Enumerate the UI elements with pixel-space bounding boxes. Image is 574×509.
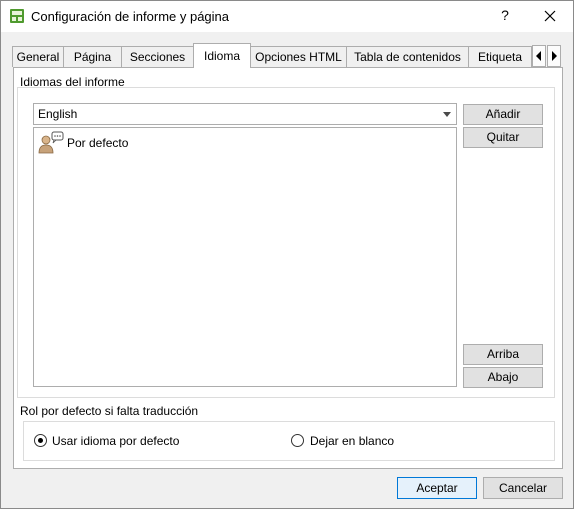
- tab-page[interactable]: Página: [63, 46, 122, 67]
- cancel-button[interactable]: Cancelar: [483, 477, 563, 499]
- tab-table-of-contents[interactable]: Tabla de contenidos: [346, 46, 469, 67]
- tab-sections[interactable]: Secciones: [121, 46, 194, 67]
- remove-button[interactable]: Quitar: [463, 127, 543, 148]
- close-icon[interactable]: [537, 5, 563, 27]
- report-app-icon: [10, 9, 24, 23]
- use-default-language-label[interactable]: Usar idioma por defecto: [52, 434, 179, 448]
- leave-blank-radio[interactable]: [291, 434, 304, 447]
- tab-scroll-left-button[interactable]: [532, 45, 546, 67]
- window-title: Configuración de informe y página: [31, 9, 230, 24]
- tab-scroll-right-button[interactable]: [547, 45, 561, 67]
- languages-group-title: Idiomas del informe: [20, 75, 125, 89]
- move-down-button[interactable]: Abajo: [463, 367, 543, 388]
- fallback-group-title: Rol por defecto si falta traducción: [20, 404, 199, 418]
- chevron-left-icon: [536, 51, 541, 61]
- help-button[interactable]: ?: [493, 7, 517, 27]
- use-default-language-radio[interactable]: [34, 434, 47, 447]
- tab-language[interactable]: Idioma: [193, 43, 251, 68]
- language-select-value: English: [38, 107, 78, 121]
- language-select[interactable]: English: [33, 103, 457, 125]
- chevron-right-icon: [552, 51, 557, 61]
- dialog-window: Configuración de informe y página ? Gene…: [0, 0, 574, 509]
- accept-button[interactable]: Aceptar: [397, 477, 477, 499]
- leave-blank-label[interactable]: Dejar en blanco: [310, 434, 394, 448]
- list-item-label: Por defecto: [67, 136, 129, 150]
- title-bar: Configuración de informe y página ?: [1, 1, 573, 32]
- chevron-down-icon: [443, 112, 451, 117]
- add-button[interactable]: Añadir: [463, 104, 543, 125]
- radio-selected-dot: [38, 438, 43, 443]
- languages-list[interactable]: Por defecto: [33, 127, 457, 387]
- move-up-button[interactable]: Arriba: [463, 344, 543, 365]
- tab-label[interactable]: Etiqueta: [468, 46, 532, 67]
- tab-bar: General Página Secciones Idioma Opciones…: [12, 43, 564, 68]
- tab-html-options[interactable]: Opciones HTML: [250, 46, 347, 67]
- tab-general[interactable]: General: [12, 46, 64, 67]
- person-speech-icon: [38, 131, 64, 154]
